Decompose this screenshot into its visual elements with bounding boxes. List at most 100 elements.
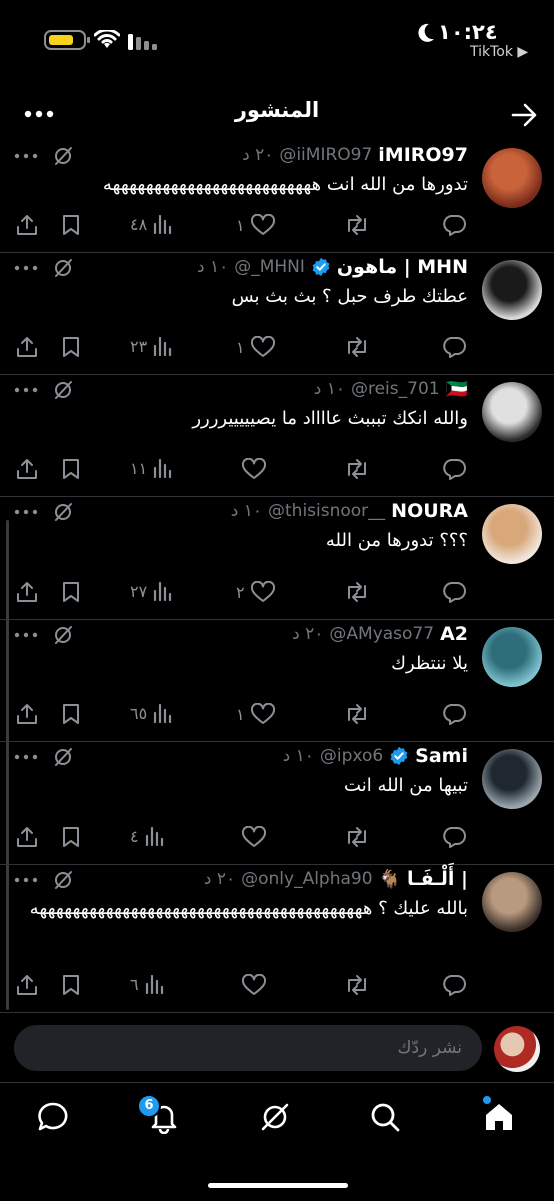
reply-icon [443, 827, 466, 848]
reply-post[interactable]: A2 @AMyaso77 ٢٠ د يلا ننتظرك ١ ٦٥ [0, 619, 554, 742]
bookmark-button[interactable] [62, 458, 80, 480]
views-button[interactable]: ٤ [130, 826, 165, 846]
bookmark-button[interactable] [62, 214, 80, 236]
reply-button[interactable] [442, 336, 466, 358]
views-button[interactable]: ٢٣ [130, 336, 173, 356]
bookmark-button[interactable] [62, 703, 80, 725]
analytics-icon [145, 826, 163, 846]
avatar[interactable] [482, 148, 542, 208]
search-icon[interactable] [368, 1100, 402, 1134]
reply-post[interactable]: iMIRO97 @iiMIRO97 ٢٠ د تدورها من الله ان… [0, 140, 554, 253]
reply-post[interactable]: Sami @ipxo6 ١٠ د تبيها من الله انت ٤ [0, 741, 554, 865]
like-button[interactable]: ١ [236, 336, 275, 358]
like-button[interactable]: ١ [236, 703, 275, 725]
like-button[interactable]: ٢ [236, 581, 275, 603]
reply-button[interactable] [442, 974, 466, 996]
reply-post[interactable]: أَلْـفَـا | 🐐 @only_Alpha90 ٢٠ د بالله ع… [0, 864, 554, 1013]
grok-icon[interactable] [52, 145, 74, 167]
home-indicator[interactable] [208, 1183, 348, 1188]
grok-icon[interactable] [52, 501, 74, 523]
more-icon[interactable] [14, 509, 38, 515]
author-name[interactable]: ماهون | MHN [337, 256, 468, 278]
bookmark-button[interactable] [62, 336, 80, 358]
grok-icon[interactable] [52, 746, 74, 768]
share-button[interactable] [16, 214, 38, 236]
bookmark-button[interactable] [62, 581, 80, 603]
more-icon[interactable] [14, 387, 38, 393]
views-button[interactable]: ٢٧ [130, 581, 173, 601]
reply-post[interactable]: ماهون | MHN @_MHNI ١٠ د عطتك طرف حبل ؟ ب… [0, 252, 554, 375]
home-icon[interactable] [482, 1100, 516, 1134]
author-handle[interactable]: @thisisnoor__ [268, 501, 385, 521]
share-icon [17, 582, 37, 602]
reply-input[interactable] [14, 1025, 482, 1071]
share-button[interactable] [16, 974, 38, 996]
grok-icon[interactable] [52, 379, 74, 401]
bookmark-button[interactable] [62, 826, 80, 848]
more-icon[interactable] [14, 877, 38, 883]
repost-button[interactable] [344, 826, 376, 848]
like-button[interactable] [236, 974, 266, 996]
avatar[interactable] [482, 504, 542, 564]
reply-button[interactable] [442, 458, 466, 480]
battery-icon [44, 30, 90, 50]
author-name[interactable]: NOURA [391, 500, 468, 522]
repost-button[interactable] [344, 214, 376, 236]
like-button[interactable] [236, 826, 266, 848]
views-button[interactable]: ٤٨ [130, 214, 173, 234]
views-button[interactable]: ٦ [130, 974, 165, 994]
back-arrow-icon[interactable] [510, 102, 538, 128]
reply-post[interactable]: 🇰🇼 @reis_701 ١٠ د والله انكك تبببث عاااا… [0, 374, 554, 497]
author-name[interactable]: iMIRO97 [378, 144, 468, 166]
author-line: NOURA @thisisnoor__ ١٠ د [231, 498, 468, 524]
repost-button[interactable] [344, 581, 376, 603]
author-handle[interactable]: @_MHNI [234, 257, 305, 277]
notification-badge: 6 [137, 1094, 161, 1118]
author-handle[interactable]: @reis_701 [351, 379, 440, 399]
author-handle[interactable]: @only_Alpha90 [241, 869, 372, 889]
grok-icon[interactable] [52, 257, 74, 279]
back-to-app-link[interactable]: TikTok ▶ [470, 44, 528, 60]
signal-icon [128, 34, 157, 50]
grok-icon[interactable] [52, 624, 74, 646]
avatar[interactable] [482, 382, 542, 442]
like-button[interactable] [236, 458, 266, 480]
share-button[interactable] [16, 826, 38, 848]
avatar[interactable] [482, 260, 542, 320]
share-button[interactable] [16, 581, 38, 603]
views-button[interactable]: ١١ [130, 458, 173, 478]
repost-button[interactable] [344, 336, 376, 358]
author-handle[interactable]: @AMyaso77 [329, 624, 434, 644]
author-handle[interactable]: @ipxo6 [320, 746, 383, 766]
my-avatar[interactable] [494, 1026, 540, 1072]
messages-icon[interactable] [36, 1100, 70, 1134]
more-icon[interactable] [14, 265, 38, 271]
share-button[interactable] [16, 703, 38, 725]
avatar[interactable] [482, 627, 542, 687]
like-button[interactable]: ١ [236, 214, 275, 236]
share-button[interactable] [16, 336, 38, 358]
avatar[interactable] [482, 749, 542, 809]
reply-button[interactable] [442, 826, 466, 848]
repost-button[interactable] [344, 974, 376, 996]
share-button[interactable] [16, 458, 38, 480]
reply-button[interactable] [442, 581, 466, 603]
more-icon[interactable] [14, 754, 38, 760]
reply-post[interactable]: NOURA @thisisnoor__ ١٠ د ؟؟؟ تدورها من ا… [0, 496, 554, 620]
grok-icon[interactable] [258, 1100, 292, 1134]
reply-button[interactable] [442, 214, 466, 236]
author-name[interactable]: أَلْـفَـا | [407, 868, 468, 890]
more-icon[interactable] [14, 632, 38, 638]
bookmark-button[interactable] [62, 974, 80, 996]
views-button[interactable]: ٦٥ [130, 703, 173, 723]
author-name[interactable]: A2 [440, 623, 468, 645]
author-name[interactable]: Sami [415, 745, 468, 767]
grok-icon[interactable] [52, 869, 74, 891]
avatar[interactable] [482, 872, 542, 932]
author-handle[interactable]: @iiMIRO97 [279, 145, 372, 165]
more-icon[interactable] [14, 153, 38, 159]
repost-button[interactable] [344, 458, 376, 480]
reply-button[interactable] [442, 703, 466, 725]
repost-button[interactable] [344, 703, 376, 725]
post-text: ؟؟؟ تدورها من الله [325, 530, 468, 551]
